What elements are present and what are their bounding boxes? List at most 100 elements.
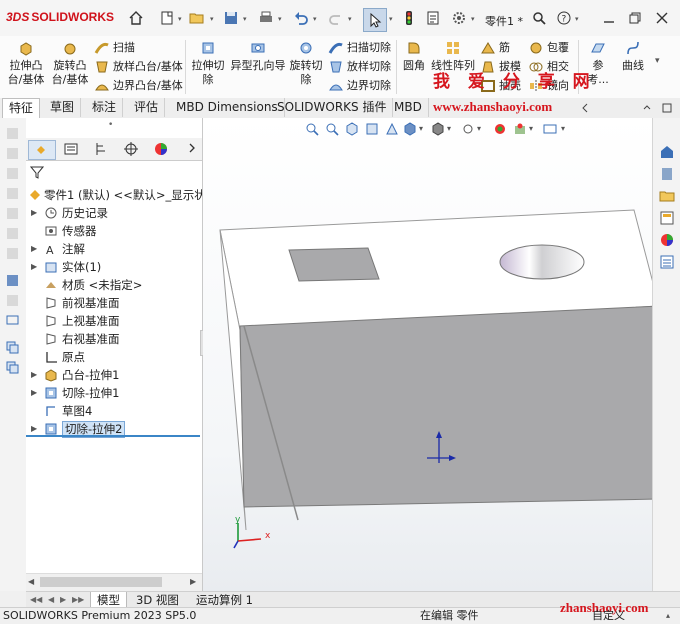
expand-icon[interactable] [640, 101, 654, 115]
dynamic-annotation-icon[interactable] [385, 122, 399, 136]
hole-wizard-button[interactable]: 异型孔向导 [230, 40, 286, 73]
feature-icon[interactable] [5, 186, 20, 201]
feature-icon[interactable] [5, 166, 20, 181]
home-icon[interactable] [127, 9, 145, 27]
last-tab-icon[interactable]: ▶▶ [72, 595, 84, 604]
move-icon[interactable] [5, 360, 20, 375]
display-manager-tab-icon[interactable] [148, 140, 174, 158]
solidworks-logo[interactable]: 3DS SOLIDWORKS [6, 10, 114, 24]
help-icon[interactable]: ? [555, 9, 573, 27]
tab-sketch[interactable]: 草图 [44, 98, 82, 117]
graphics-area[interactable]: x y [203, 118, 652, 591]
close-icon[interactable] [653, 9, 671, 27]
panel-grip-icon[interactable]: • [108, 120, 113, 130]
chevron-down-icon[interactable]: ▾ [389, 15, 395, 23]
copy-icon[interactable] [5, 340, 20, 355]
feature-icon[interactable] [5, 146, 20, 161]
dimxpert-tab-icon[interactable] [118, 140, 144, 158]
model-front-face[interactable] [239, 305, 652, 508]
tab-3d-views[interactable]: 3D 视图 [130, 592, 185, 608]
chevron-down-icon[interactable]: ▾ [178, 15, 184, 23]
select-pointer-icon[interactable] [363, 8, 387, 32]
filter-icon[interactable] [29, 165, 45, 179]
property-manager-tab-icon[interactable] [58, 140, 84, 158]
boundary-boss-button[interactable]: 边界凸台/基体 [94, 78, 183, 94]
tree-item[interactable]: 原点 [26, 348, 202, 366]
tree-root-part[interactable]: 零件1 (默认) <<默认>_显示状 [26, 186, 202, 204]
display-style-icon[interactable] [431, 122, 445, 136]
fillet-button[interactable]: 圆角 [400, 40, 428, 73]
curves-button[interactable]: 曲线 [618, 40, 648, 73]
solidworks-resources-icon[interactable] [659, 144, 675, 160]
tab-solidworks-addins[interactable]: SOLIDWORKS 插件 [271, 98, 394, 117]
chevron-down-icon[interactable]: ▾ [655, 56, 660, 66]
loft-boss-button[interactable]: 放样凸台/基体 [94, 59, 183, 75]
tab-dimensions[interactable]: 标注 [86, 98, 124, 117]
feature-icon[interactable] [5, 126, 20, 141]
search-icon[interactable] [530, 9, 548, 27]
pin-icon[interactable] [660, 101, 674, 115]
scroll-right-icon[interactable]: ▶ [190, 577, 196, 586]
chevron-right-icon[interactable] [186, 141, 198, 155]
edit-appearance-icon[interactable] [493, 122, 507, 136]
chevron-down-icon[interactable]: ▾ [313, 15, 319, 23]
appearances-icon[interactable] [659, 232, 675, 248]
chevron-down-icon[interactable]: ▾ [561, 124, 565, 133]
chevron-down-icon[interactable]: ▾ [243, 15, 249, 23]
minimize-icon[interactable] [600, 9, 618, 27]
extrude-boss-button[interactable]: 拉伸凸 台/基体 [6, 40, 46, 87]
revolve-cut-button[interactable]: 旋转切 除 [288, 40, 324, 87]
new-doc-icon[interactable] [158, 9, 176, 27]
chevron-down-icon[interactable]: ▾ [447, 124, 451, 133]
tree-item[interactable]: 上视基准面 [26, 312, 202, 330]
undo-icon[interactable] [292, 9, 310, 27]
tree-item[interactable]: 材质 <未指定> [26, 276, 202, 294]
revolve-boss-button[interactable]: 旋转凸 台/基体 [50, 40, 90, 87]
previous-view-icon[interactable] [345, 122, 359, 136]
tree-item[interactable]: 草图4 [26, 402, 202, 420]
prev-tab-icon[interactable]: ◀ [48, 595, 54, 604]
tree-item[interactable]: ▶ A 注解 [26, 240, 202, 258]
hide-show-items-icon[interactable] [461, 122, 475, 136]
configuration-tab-icon[interactable] [88, 140, 114, 158]
tree-item[interactable]: ▶ 历史记录 [26, 204, 202, 222]
file-props-icon[interactable] [424, 9, 442, 27]
zoom-to-fit-icon[interactable] [305, 122, 319, 136]
scroll-left-icon[interactable]: ◀ [28, 577, 34, 586]
first-tab-icon[interactable]: ◀◀ [30, 595, 42, 604]
next-tab-icon[interactable]: ▶ [60, 595, 66, 604]
restore-icon[interactable] [626, 9, 644, 27]
print-icon[interactable] [257, 9, 275, 27]
tree-item[interactable]: ▶ 实体(1) [26, 258, 202, 276]
chevron-down-icon[interactable]: ▾ [210, 15, 216, 23]
zoom-area-icon[interactable] [325, 122, 339, 136]
rib-button[interactable]: 筋 [480, 40, 510, 56]
chevron-down-icon[interactable]: ▾ [471, 15, 477, 23]
view-orientation-icon[interactable] [403, 122, 417, 136]
redo-icon[interactable] [327, 9, 345, 27]
tree-item[interactable]: 传感器 [26, 222, 202, 240]
traffic-light-icon[interactable] [400, 9, 418, 27]
round-hole-feature[interactable] [499, 244, 585, 280]
square-cut-feature[interactable] [288, 247, 380, 282]
custom-units-status[interactable]: 自定义 [592, 608, 625, 624]
expand-arrow-icon[interactable]: ▶ [31, 384, 37, 402]
chevron-up-icon[interactable]: ▴ [666, 608, 670, 624]
tab-features[interactable]: 特征 [2, 98, 41, 118]
tree-item[interactable]: 右视基准面 [26, 330, 202, 348]
gear-icon[interactable] [450, 9, 468, 27]
view-settings-icon[interactable] [543, 122, 557, 136]
loft-cut-button[interactable]: 放样切除 [328, 59, 391, 75]
chevron-down-icon[interactable]: ▾ [477, 124, 481, 133]
tab-motion-study[interactable]: 运动算例 1 [190, 592, 259, 608]
tree-item[interactable]: ▶ 切除-拉伸1 [26, 384, 202, 402]
chevron-down-icon[interactable]: ▾ [348, 15, 354, 23]
save-icon[interactable] [222, 9, 240, 27]
display-icon[interactable] [5, 313, 20, 328]
tab-evaluate[interactable]: 评估 [128, 98, 166, 117]
chevron-down-icon[interactable]: ▾ [529, 124, 533, 133]
extrude-cut-button[interactable]: 拉伸切 除 [190, 40, 226, 87]
feature-icon[interactable] [5, 226, 20, 241]
section-view-icon[interactable] [365, 122, 379, 136]
tree-item[interactable]: 前视基准面 [26, 294, 202, 312]
